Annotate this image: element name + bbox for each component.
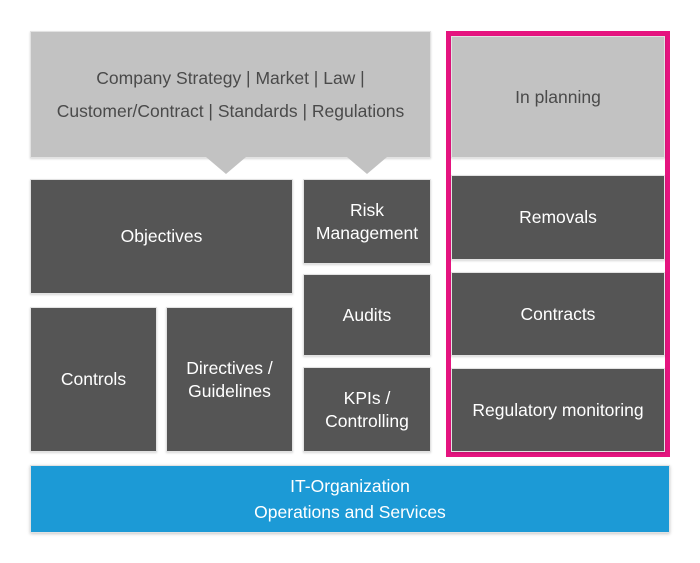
risk-management-box: Risk Management — [303, 179, 431, 264]
it-organization-line-1: IT-Organization — [290, 476, 410, 497]
in-planning-header: In planning — [451, 36, 665, 158]
objectives-box: Objectives — [30, 179, 293, 294]
objectives-label: Objectives — [120, 226, 203, 247]
directives-guidelines-box: Directives / Guidelines — [166, 307, 293, 452]
context-drivers-header: Company Strategy | Market | Law | Custom… — [30, 31, 431, 158]
arrow-down-icon-risk-management — [347, 157, 387, 174]
controls-box: Controls — [30, 307, 157, 452]
contracts-label: Contracts — [520, 303, 596, 324]
context-drivers-line-2: Customer/Contract | Standards | Regulati… — [56, 101, 405, 121]
risk-management-label: Risk Management — [315, 200, 419, 243]
kpis-controlling-box: KPIs / Controlling — [303, 367, 431, 452]
context-drivers-line-1: Company Strategy | Market | Law | — [96, 67, 365, 88]
kpis-controlling-label: KPIs / Controlling — [325, 388, 409, 431]
audits-label: Audits — [342, 304, 392, 325]
directives-guidelines-label: Directives / Guidelines — [186, 358, 273, 401]
governance-diagram: Company Strategy | Market | Law | Custom… — [0, 0, 700, 563]
arrow-down-icon-objectives — [206, 157, 246, 174]
contracts-box: Contracts — [451, 272, 665, 356]
audits-box: Audits — [303, 274, 431, 356]
it-organization-bar: IT-Organization Operations and Services — [30, 465, 670, 533]
controls-label: Controls — [60, 369, 127, 390]
it-organization-line-2: Operations and Services — [254, 501, 446, 522]
regulatory-monitoring-label: Regulatory monitoring — [472, 399, 644, 420]
regulatory-monitoring-box: Regulatory monitoring — [451, 368, 665, 452]
removals-box: Removals — [451, 175, 665, 260]
in-planning-header-label: In planning — [515, 86, 601, 107]
removals-label: Removals — [519, 207, 597, 228]
